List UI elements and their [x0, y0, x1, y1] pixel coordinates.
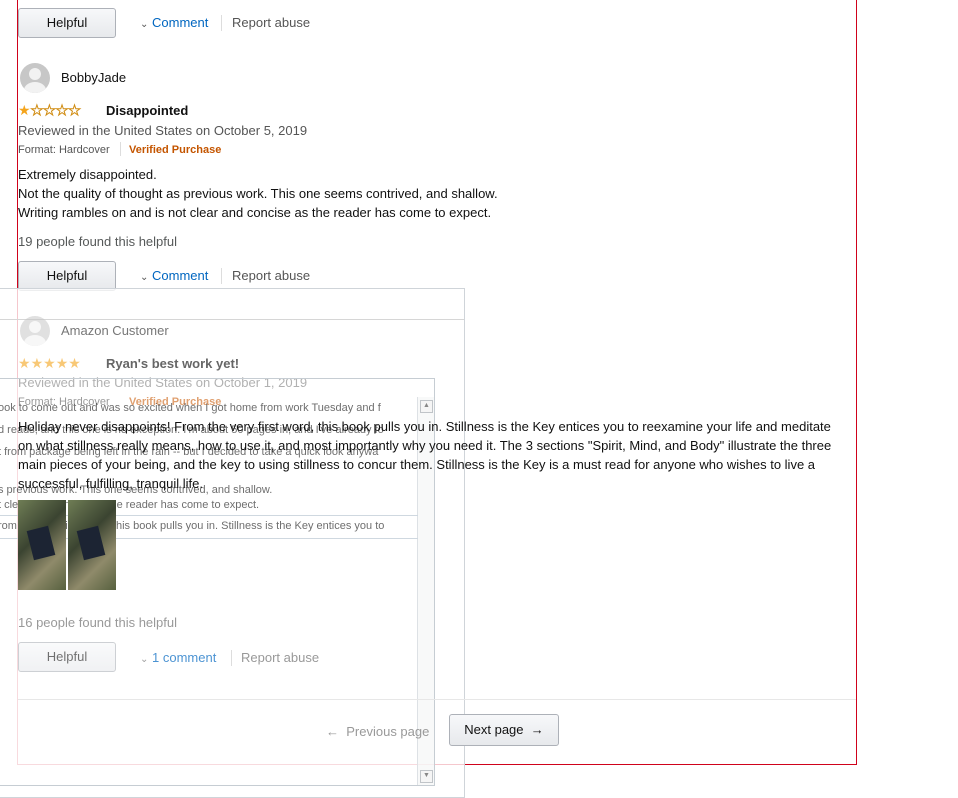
- divider: [0, 319, 464, 320]
- divider: [231, 650, 232, 666]
- chevron-down-icon: ⌄: [140, 19, 149, 30]
- star-icon: ★: [18, 355, 31, 371]
- star-icon: ★: [30, 102, 44, 119]
- format-label[interactable]: Format: Hardcover: [18, 144, 110, 156]
- arrow-right-icon: →: [530, 722, 544, 737]
- comment-link[interactable]: ⌄ Comment: [140, 268, 208, 283]
- book-image: [76, 525, 106, 561]
- star-icon: ★: [68, 355, 81, 371]
- star-icon: ★: [43, 102, 57, 119]
- next-page-button[interactable]: Next page →: [449, 714, 559, 746]
- review-body-line: on what stillness really means, how to u…: [18, 438, 832, 453]
- review-body-line: Extremely disappointed.: [18, 167, 157, 182]
- star-icon: ★: [55, 102, 69, 119]
- comment-label[interactable]: Comment: [152, 15, 208, 30]
- star-icon: ★: [55, 355, 69, 371]
- comment-label[interactable]: Comment: [152, 268, 208, 283]
- chevron-down-icon: ⌄: [140, 654, 149, 665]
- star-icon: ★: [68, 102, 82, 119]
- helpful-count: 16 people found this helpful: [18, 615, 178, 630]
- helpful-button[interactable]: Helpful: [18, 642, 116, 672]
- helpful-count: 19 people found this helpful: [18, 234, 178, 249]
- helpful-button[interactable]: Helpful: [18, 261, 116, 291]
- avatar: [20, 63, 50, 93]
- helpful-button[interactable]: Helpful: [18, 8, 116, 38]
- review-body-line: Holiday never disappoints! From the very…: [18, 419, 831, 434]
- star-rating[interactable]: ★★★★★: [18, 355, 81, 372]
- divider: [120, 142, 121, 156]
- ghost-text-line: ook to come out and was so excited when …: [0, 402, 381, 414]
- review-title[interactable]: Disappointed: [106, 103, 188, 118]
- comment-link[interactable]: ⌄ Comment: [140, 15, 208, 30]
- previous-page-label[interactable]: Previous page: [346, 724, 429, 739]
- comment-label[interactable]: 1 comment: [152, 650, 216, 665]
- review-image-thumbnail[interactable]: [68, 500, 116, 590]
- star-icon: ★: [18, 102, 31, 118]
- divider: [221, 268, 222, 284]
- review-image-thumbnail[interactable]: [18, 500, 66, 590]
- next-page-label[interactable]: Next page: [464, 722, 523, 737]
- review-body: Extremely disappointed. Not the quality …: [18, 165, 498, 222]
- review-body-line: Not the quality of thought as previous w…: [18, 186, 498, 201]
- review-title[interactable]: Ryan's best work yet!: [106, 356, 239, 371]
- report-abuse-link[interactable]: Report abuse: [232, 15, 310, 30]
- pagination-divider: [18, 699, 856, 700]
- arrow-left-icon: ←: [326, 724, 339, 739]
- review-body-line: Writing rambles on and is not clear and …: [18, 205, 492, 220]
- book-image: [26, 525, 56, 561]
- scroll-down-icon[interactable]: ▼: [420, 770, 433, 783]
- review-body-line: successful, fulfilling, tranquil life.: [18, 476, 203, 491]
- review-date: Reviewed in the United States on October…: [18, 123, 308, 138]
- star-icon: ★: [43, 355, 56, 371]
- avatar: [20, 316, 50, 346]
- report-abuse-link[interactable]: Report abuse: [232, 268, 310, 283]
- review-body: Holiday never disappoints! From the very…: [18, 417, 831, 493]
- divider: [221, 15, 222, 31]
- comment-link[interactable]: ⌄ 1 comment: [140, 650, 216, 665]
- review-author[interactable]: Amazon Customer: [61, 323, 169, 338]
- verified-purchase-badge: Verified Purchase: [129, 144, 222, 156]
- scroll-up-icon[interactable]: ▲: [420, 400, 433, 413]
- report-abuse-link[interactable]: Report abuse: [241, 650, 319, 665]
- chevron-down-icon: ⌄: [140, 272, 149, 283]
- review-author[interactable]: BobbyJade: [61, 70, 126, 85]
- star-icon: ★: [30, 355, 44, 371]
- star-rating[interactable]: ★★★★★: [18, 102, 81, 119]
- previous-page-link[interactable]: ← Previous page: [326, 724, 429, 739]
- review-body-line: main pieces of your being, and the key t…: [18, 457, 816, 472]
